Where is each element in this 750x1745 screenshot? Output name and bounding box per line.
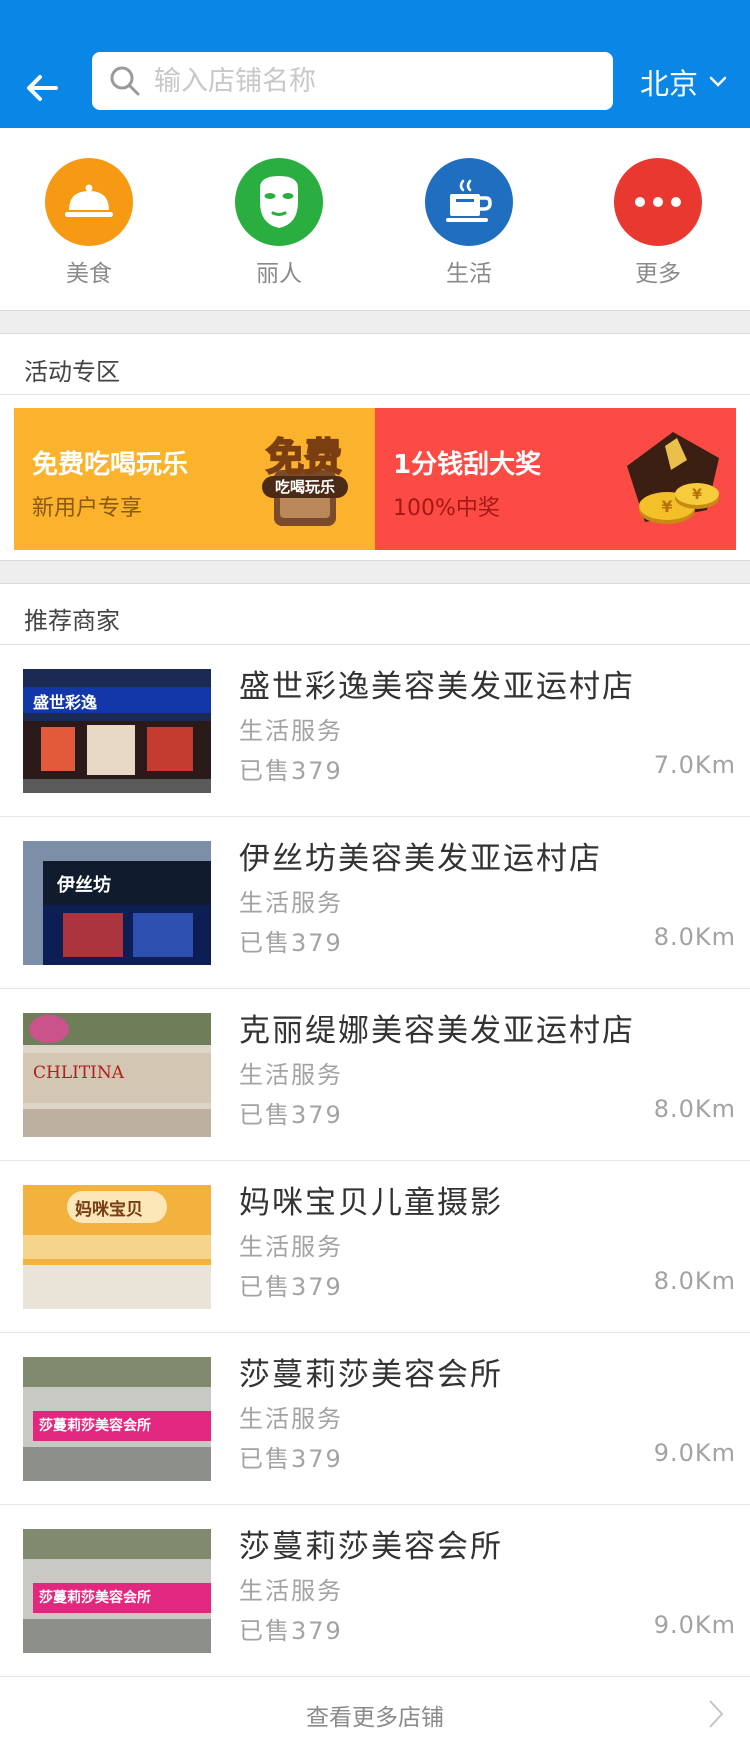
view-more-label: 查看更多店铺 xyxy=(306,1705,444,1731)
category-more[interactable]: 更多 xyxy=(598,158,718,288)
shop-name: 伊丝坊美容美发亚运村店 xyxy=(239,841,602,877)
shop-type: 生活服务 xyxy=(239,1061,343,1089)
shop-sold-count: 已售379 xyxy=(239,757,343,785)
shop-list-item[interactable]: 妈咪宝贝 妈咪宝贝儿童摄影 生活服务 已售379 8.0Km xyxy=(0,1161,750,1333)
promo-subtitle: 新用户专享 xyxy=(32,496,143,521)
shop-list-item[interactable]: CHLITINA 克丽缇娜美容美发亚运村店 生活服务 已售379 8.0Km xyxy=(0,989,750,1161)
category-label: 更多 xyxy=(635,261,681,287)
shop-type: 生活服务 xyxy=(239,717,343,745)
shop-distance: 9.0Km xyxy=(653,1611,736,1639)
shop-sold-count: 已售379 xyxy=(239,929,343,957)
promo-subtitle: 100%中奖 xyxy=(393,496,500,521)
promo-banner-free[interactable]: 免费吃喝玩乐 新用户专享 免费 吃喝玩乐 xyxy=(14,408,375,550)
coffee-cup-icon xyxy=(425,158,513,246)
free-badge-icon: 免费 吃喝玩乐 xyxy=(262,434,348,526)
section-divider xyxy=(0,560,750,584)
promo-title: 免费吃喝玩乐 xyxy=(32,450,189,480)
svg-text:¥: ¥ xyxy=(661,497,672,516)
search-input[interactable] xyxy=(154,60,594,102)
shop-list-item[interactable]: 莎蔓莉莎美容会所 莎蔓莉莎美容会所 生活服务 已售379 9.0Km xyxy=(0,1505,750,1677)
top-bar: 北京 xyxy=(0,0,750,128)
promo-title: 1分钱刮大奖 xyxy=(393,450,542,480)
more-dots-icon xyxy=(614,158,702,246)
svg-text:免费: 免费 xyxy=(266,435,342,479)
search-box[interactable] xyxy=(92,52,613,110)
category-label: 美食 xyxy=(66,261,112,287)
shop-type: 生活服务 xyxy=(239,1233,343,1261)
food-cloche-icon xyxy=(45,158,133,246)
category-food[interactable]: 美食 xyxy=(29,158,149,288)
search-icon xyxy=(110,66,140,96)
shop-list-item[interactable]: 伊丝坊 伊丝坊美容美发亚运村店 生活服务 已售379 8.0Km xyxy=(0,817,750,989)
category-label: 丽人 xyxy=(256,261,302,287)
category-beauty[interactable]: 丽人 xyxy=(219,158,339,288)
shop-photo: 伊丝坊 xyxy=(23,841,211,965)
shop-name: 盛世彩逸美容美发亚运村店 xyxy=(239,669,635,705)
city-label: 北京 xyxy=(640,67,699,101)
chevron-down-icon xyxy=(709,76,727,87)
shop-list-item[interactable]: 盛世彩逸 盛世彩逸美容美发亚运村店 生活服务 已售379 7.0Km xyxy=(0,645,750,817)
section-divider xyxy=(0,310,750,334)
face-mask-icon xyxy=(235,158,323,246)
shop-distance: 8.0Km xyxy=(653,1267,736,1295)
shop-name: 莎蔓莉莎美容会所 xyxy=(239,1357,503,1393)
shop-photo: 莎蔓莉莎美容会所 xyxy=(23,1357,211,1481)
shop-type: 生活服务 xyxy=(239,1577,343,1605)
svg-text:¥: ¥ xyxy=(692,487,702,503)
shop-type: 生活服务 xyxy=(239,889,343,917)
chevron-right-icon xyxy=(709,1700,724,1728)
gold-coins-icon: ¥ ¥ xyxy=(627,432,719,524)
promo-banner-lottery[interactable]: 1分钱刮大奖 100%中奖 ¥ ¥ xyxy=(375,408,736,550)
shop-distance: 9.0Km xyxy=(653,1439,736,1467)
shop-photo: 妈咪宝贝 xyxy=(23,1185,211,1309)
shop-sold-count: 已售379 xyxy=(239,1445,343,1473)
divider xyxy=(0,394,750,395)
category-life[interactable]: 生活 xyxy=(409,158,529,288)
shop-name: 妈咪宝贝儿童摄影 xyxy=(239,1185,503,1221)
shop-distance: 8.0Km xyxy=(653,923,736,951)
shop-photo: 盛世彩逸 xyxy=(23,669,211,793)
back-arrow-icon[interactable] xyxy=(22,64,64,112)
shop-distance: 8.0Km xyxy=(653,1095,736,1123)
svg-text:吃喝玩乐: 吃喝玩乐 xyxy=(275,478,335,496)
view-more-shops[interactable]: 查看更多店铺 xyxy=(0,1678,750,1745)
shop-photo: 莎蔓莉莎美容会所 xyxy=(23,1529,211,1653)
category-bar: 美食 丽人 生活 更多 xyxy=(0,128,750,310)
shop-sold-count: 已售379 xyxy=(239,1617,343,1645)
shop-name: 克丽缇娜美容美发亚运村店 xyxy=(239,1013,635,1049)
shop-sold-count: 已售379 xyxy=(239,1101,343,1129)
shop-name: 莎蔓莉莎美容会所 xyxy=(239,1529,503,1565)
city-selector[interactable]: 北京 xyxy=(640,62,728,102)
shop-photo: CHLITINA xyxy=(23,1013,211,1137)
shop-type: 生活服务 xyxy=(239,1405,343,1433)
shop-sold-count: 已售379 xyxy=(239,1273,343,1301)
category-label: 生活 xyxy=(446,261,492,287)
shop-distance: 7.0Km xyxy=(653,751,736,779)
activity-section-title: 活动专区 xyxy=(24,358,120,386)
shop-list-item[interactable]: 莎蔓莉莎美容会所 莎蔓莉莎美容会所 生活服务 已售379 9.0Km xyxy=(0,1333,750,1505)
recommend-section-title: 推荐商家 xyxy=(24,607,120,635)
